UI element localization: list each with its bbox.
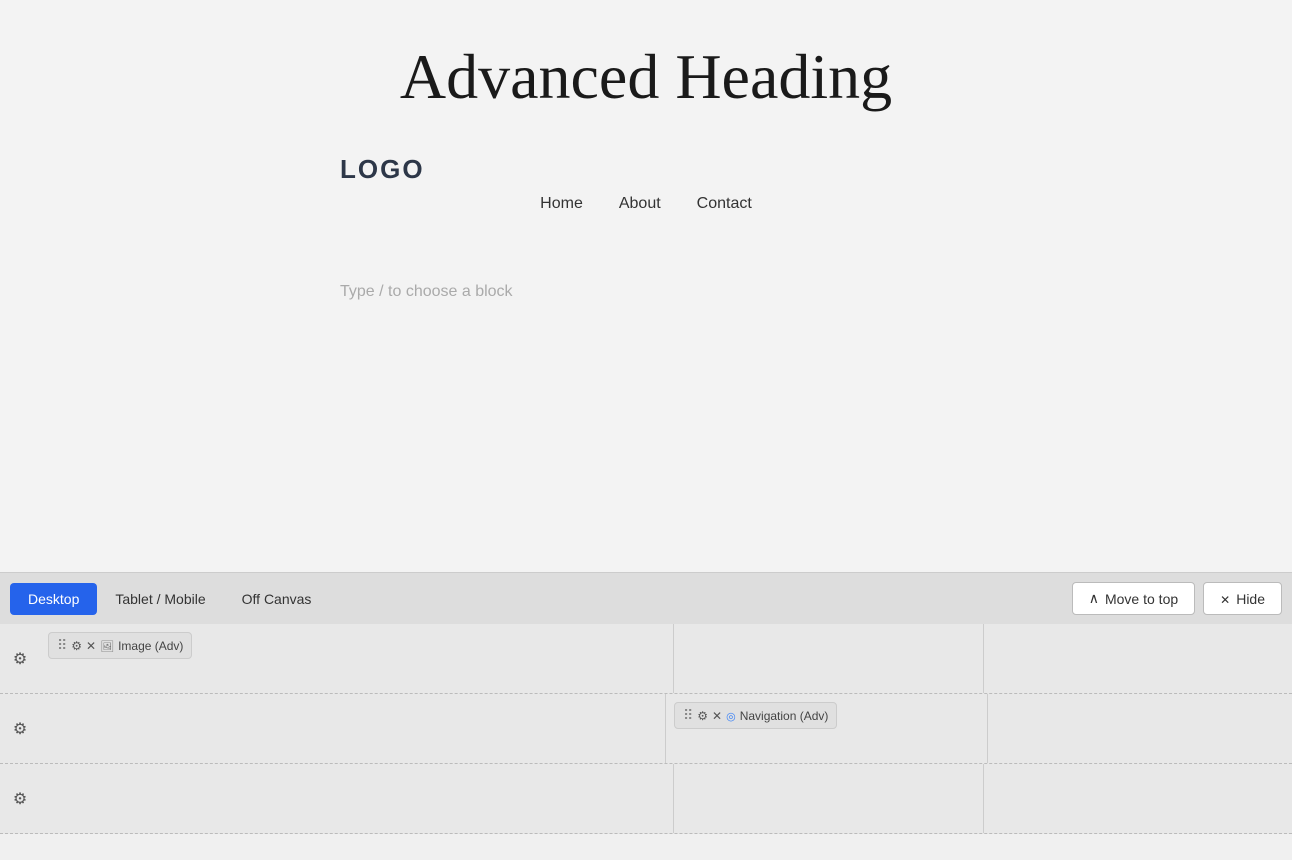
navigation-adv-block[interactable]: ⠿ Navigation (Adv): [674, 702, 837, 729]
canvas-area: Advanced Heading LOGO Home About Contact…: [0, 0, 1292, 572]
logo-text: LOGO: [340, 154, 425, 184]
row3-col3: [984, 764, 1292, 833]
tab-desktop[interactable]: Desktop: [10, 583, 97, 615]
image-adv-block[interactable]: ⠿ Image (Adv): [48, 632, 192, 659]
block-row-3: [0, 764, 1292, 834]
nav-block-gear-icon[interactable]: [697, 709, 708, 723]
drag-handle-icon[interactable]: ⠿: [57, 637, 67, 654]
gear-icon: [13, 649, 27, 669]
gear-icon-2: [13, 719, 27, 739]
move-to-top-button[interactable]: Move to top: [1072, 582, 1195, 615]
nav-block-label: Navigation (Adv): [740, 709, 829, 723]
toolbar-right-actions: Move to top Hide: [1072, 582, 1282, 615]
row1-col3: [984, 624, 1292, 693]
nav-block-close-icon[interactable]: [712, 709, 722, 723]
close-icon: [1220, 591, 1230, 607]
tab-off-canvas[interactable]: Off Canvas: [224, 583, 330, 615]
nav-icon: [726, 709, 736, 723]
row2-gear[interactable]: [0, 694, 40, 763]
nav-item-home[interactable]: Home: [540, 195, 583, 213]
logo-area: LOGO: [340, 154, 425, 185]
hide-button[interactable]: Hide: [1203, 582, 1282, 615]
block-gear-icon[interactable]: [71, 639, 82, 653]
row1-block-content: ⠿ Image (Adv): [40, 624, 673, 693]
nav-item-contact[interactable]: Contact: [697, 195, 752, 213]
nav-item-about[interactable]: About: [619, 195, 661, 213]
page-heading: Advanced Heading: [400, 40, 892, 114]
block-row-2: ⠿ Navigation (Adv): [0, 694, 1292, 764]
hide-label: Hide: [1236, 591, 1265, 607]
row1-gear[interactable]: [0, 624, 40, 693]
chevron-up-icon: [1089, 590, 1099, 607]
row3-gear[interactable]: [0, 764, 40, 833]
block-row-1: ⠿ Image (Adv): [0, 624, 1292, 694]
row2-col3: [988, 694, 1292, 763]
row3-block-content: [40, 764, 673, 833]
image-block-label: Image (Adv): [118, 639, 183, 653]
drag-handle-icon-2[interactable]: ⠿: [683, 707, 693, 724]
row2-block-content: [40, 694, 665, 763]
row1-col2: [674, 624, 983, 693]
block-editor: ⠿ Image (Adv) ⠿ Navigation (A: [0, 624, 1292, 834]
bottom-toolbar: Desktop Tablet / Mobile Off Canvas Move …: [0, 572, 1292, 624]
block-placeholder: Type / to choose a block: [340, 283, 513, 301]
gear-icon-3: [13, 789, 27, 809]
block-close-icon[interactable]: [86, 639, 96, 653]
tab-tablet-mobile[interactable]: Tablet / Mobile: [97, 583, 223, 615]
site-nav: Home About Contact: [540, 195, 752, 213]
row2-col2: ⠿ Navigation (Adv): [666, 694, 987, 763]
image-icon: [100, 639, 114, 653]
move-to-top-label: Move to top: [1105, 591, 1178, 607]
row3-col2: [674, 764, 983, 833]
